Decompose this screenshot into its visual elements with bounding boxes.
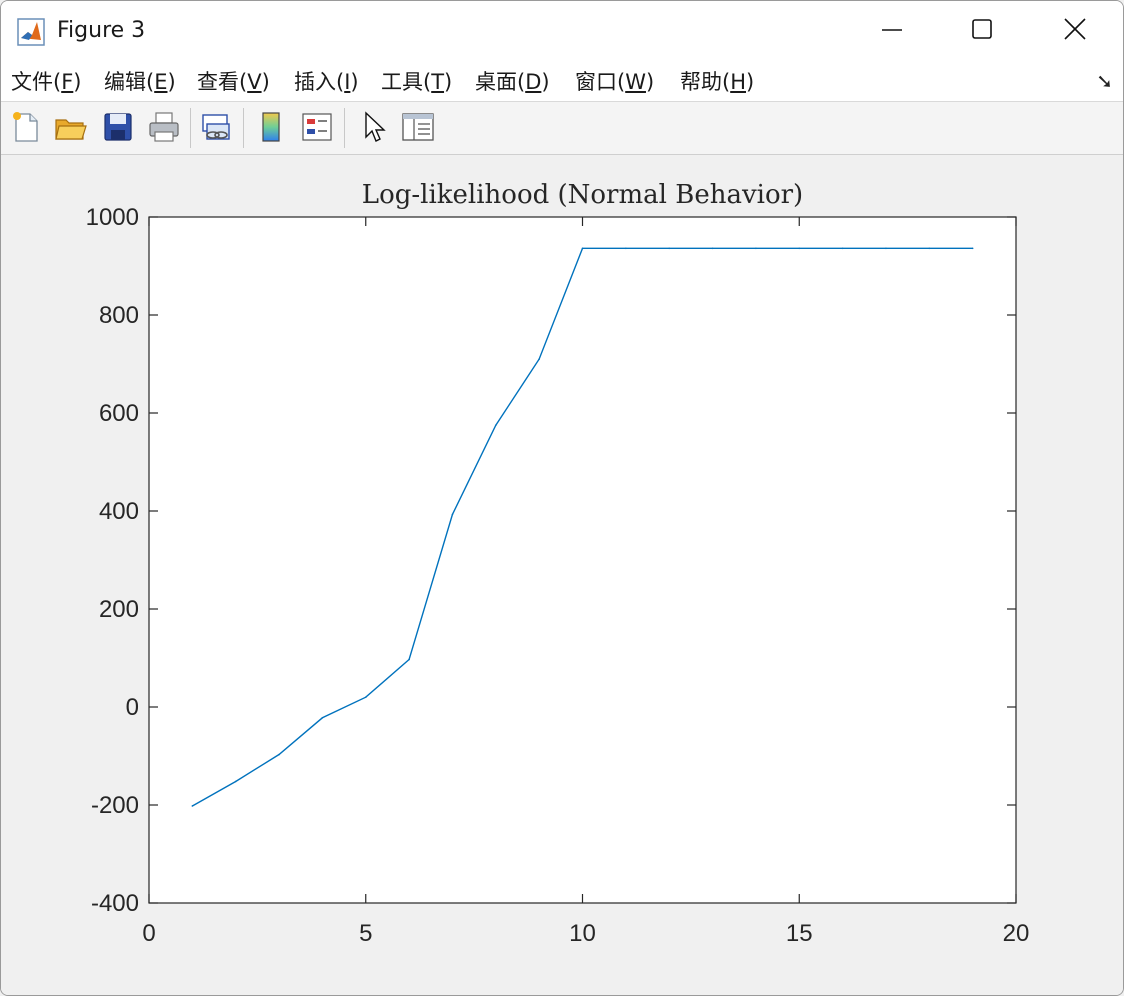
data-point [234,780,237,783]
axes-background [149,217,1016,903]
menu-view[interactable]: 查看(V) [197,66,270,96]
close-icon [1064,18,1086,40]
menu-bar: 文件(F) 编辑(E) 查看(V) 插入(I) 工具(T) 桌面(D) 窗口(W… [1,59,1123,102]
property-inspector-button[interactable] [401,110,435,144]
toolbar-separator [243,108,244,148]
colorbar-icon [262,112,280,142]
x-tick-label: 15 [786,920,813,947]
y-tick-label: 200 [99,596,139,623]
figure-window: Figure 3 文件(F) 编辑(E) 查看(V) 插入(I) 工具(T) 桌… [0,0,1124,996]
data-point [495,424,497,427]
x-tick-label: 0 [142,920,155,947]
y-tick-label: 600 [99,400,139,427]
open-file-icon [55,119,87,140]
data-point [711,247,714,250]
figure-canvas[interactable]: Log-likelihood (Normal Behavior) 0 5 10 15 2… [1,155,1123,995]
y-tick-label: 0 [126,694,139,721]
menu-window[interactable]: 窗口(W) [575,66,654,96]
data-point [408,658,410,661]
toolbar-separator [344,108,345,148]
data-point [278,753,280,756]
x-tick-label: 10 [569,920,596,947]
y-tick-label: 400 [99,498,139,525]
menu-help[interactable]: 帮助(H) [680,66,754,96]
print-icon [149,112,179,142]
dock-arrow-icon[interactable]: ➘ [1096,69,1113,94]
link-plot-icon [202,114,230,140]
data-point [451,513,454,516]
save-button[interactable] [101,110,135,144]
minimize-button[interactable] [847,1,939,59]
data-point [928,247,931,250]
open-file-button[interactable] [53,110,87,144]
save-icon [104,113,132,141]
colorbar-button[interactable] [255,110,289,144]
data-point [971,247,974,250]
maximize-button[interactable] [937,1,1029,59]
data-point [364,696,367,698]
figure-toolbar [1,102,1123,155]
line-chart[interactable]: Log-likelihood (Normal Behavior) 0 5 10 15 2… [1,155,1123,995]
data-point [841,247,844,250]
property-inspector-icon [402,113,434,141]
data-point [668,247,670,250]
data-point [581,247,584,250]
legend-button[interactable] [300,110,334,144]
data-point [321,716,324,719]
minimize-icon [882,29,902,31]
data-point [625,247,627,250]
x-tick-label: 5 [359,920,372,947]
menu-desktop[interactable]: 桌面(D) [475,66,550,96]
data-point [538,358,540,360]
print-button[interactable] [147,110,181,144]
y-tick-label: 1000 [86,204,139,231]
menu-edit[interactable]: 编辑(E) [104,66,176,96]
data-point [755,247,757,250]
data-point [885,247,887,250]
new-figure-button[interactable] [9,110,43,144]
window-title: Figure 3 [57,18,146,43]
x-tick-label: 20 [1003,920,1030,947]
new-figure-icon [13,112,38,142]
title-bar[interactable]: Figure 3 [1,1,1123,59]
close-button[interactable] [1030,1,1122,59]
maximize-icon [972,19,992,39]
chart-title: Log-likelihood (Normal Behavior) [362,180,803,210]
pointer-button[interactable] [357,110,391,144]
menu-insert[interactable]: 插入(I) [294,66,359,96]
data-point [798,247,801,250]
y-tick-label: -400 [91,890,139,917]
link-plot-button[interactable] [199,110,233,144]
y-tick-label: -200 [91,792,139,819]
y-tick-label: 800 [99,302,139,329]
matlab-logo-icon [17,18,45,46]
legend-icon [302,113,332,141]
menu-tools[interactable]: 工具(T) [381,66,452,96]
menu-file[interactable]: 文件(F) [11,66,82,96]
data-point [191,805,194,807]
pointer-icon [365,111,386,142]
toolbar-separator [190,108,191,148]
